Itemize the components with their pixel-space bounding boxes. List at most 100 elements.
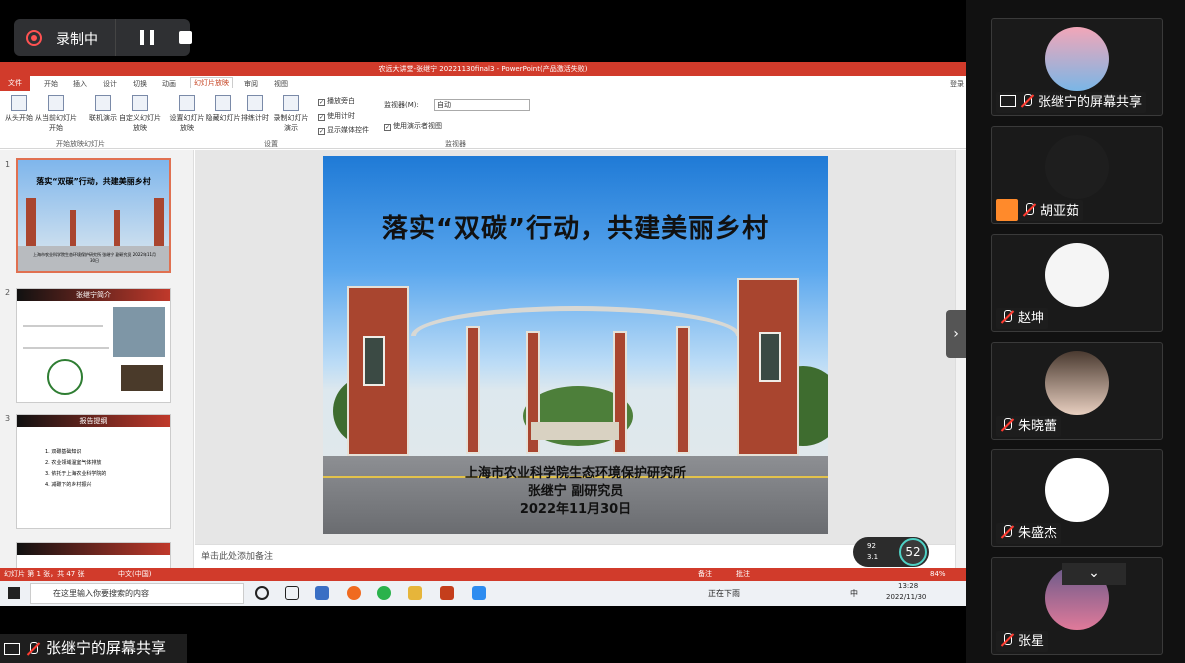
mic-muted-icon — [26, 642, 40, 656]
outline-item: 1. 双碳基础知识 — [45, 449, 82, 455]
pillar — [154, 198, 164, 246]
window — [363, 336, 385, 386]
stone-sign — [531, 422, 619, 440]
pause-button[interactable] — [140, 30, 154, 45]
participant-tile[interactable]: 朱盛杰 — [991, 449, 1163, 547]
participant-tile[interactable]: 赵坤 — [991, 234, 1163, 332]
from-start-button[interactable]: 从头开始 — [0, 91, 38, 123]
use-timings-checkbox[interactable]: ✓ 使用计时 — [318, 111, 355, 121]
presenter-name: 张继宁的屏幕共享 — [46, 639, 167, 657]
presenter-view-checkbox[interactable]: ✓ 使用演示者视图 — [384, 121, 442, 131]
label: 显示媒体控件 — [327, 126, 369, 134]
participant-tag: 赵坤 — [996, 308, 1049, 329]
recording-bar: 录制中 — [14, 19, 192, 56]
mic-muted-icon — [1000, 418, 1014, 432]
slideshow-icon — [11, 95, 27, 111]
show-media-checkbox[interactable]: ✓ 显示媒体控件 — [318, 125, 369, 135]
avatar — [1045, 27, 1109, 91]
wechat-icon[interactable] — [377, 586, 391, 600]
tab-insert[interactable]: 插入 — [73, 79, 87, 89]
thumbnail-3[interactable]: 报告提纲 1. 双碳基础知识 2. 农业领域温室气体排放 3. 依托于上海农业科… — [16, 414, 171, 529]
pillar — [26, 198, 36, 246]
divider — [115, 19, 116, 56]
current-slide[interactable]: 落实“双碳”行动，共建美丽乡村 上海市农业科学院生态环境保护研究所 张继宁 副研… — [323, 156, 828, 534]
participant-name: 朱盛杰 — [1018, 526, 1058, 541]
slide-number: 2 — [5, 288, 11, 297]
stop-button[interactable] — [179, 31, 192, 44]
rehearse-button[interactable]: 排练计时 — [236, 91, 274, 123]
tab-transitions[interactable]: 切换 — [133, 79, 147, 89]
presenter-tag: 张继宁的屏幕共享 — [0, 634, 187, 663]
thumbnail-header — [17, 543, 170, 555]
thumbnail-sub: 上海市农业科学院生态环境保护研究所 张继宁 副研究员 2022年11月30日 — [32, 252, 157, 263]
setup-show-button[interactable]: 设置幻灯片放映 — [168, 91, 206, 133]
windows-start-icon[interactable] — [8, 587, 20, 599]
tab-file[interactable]: 文件 — [0, 76, 30, 91]
label: 录制幻灯片演示 — [273, 114, 309, 132]
record-show-button[interactable]: 录制幻灯片演示 — [272, 91, 310, 133]
photo — [113, 307, 165, 357]
ime-indicator[interactable]: 中 — [850, 588, 858, 599]
slide-editor: 落实“双碳”行动，共建美丽乡村 上海市农业科学院生态环境保护研究所 张继宁 副研… — [195, 150, 955, 544]
chevron-down-icon[interactable]: ⌄ — [1062, 563, 1126, 585]
outline-item: 2. 农业领域温室气体排放 — [45, 460, 102, 466]
tab-animations[interactable]: 动画 — [162, 79, 176, 89]
taskview-icon[interactable] — [285, 586, 299, 600]
pillar — [676, 326, 690, 454]
participant-tag: 张继宁的屏幕共享 — [996, 92, 1147, 113]
slide-number: 1 — [5, 160, 11, 169]
pillar — [466, 326, 480, 454]
folder-icon[interactable] — [408, 586, 422, 600]
screen-share-icon — [1000, 95, 1016, 107]
slideshow-icon — [48, 95, 64, 111]
tab-view[interactable]: 视图 — [274, 79, 288, 89]
cortana-icon[interactable] — [255, 586, 269, 600]
record-icon — [26, 30, 42, 46]
browser-icon[interactable] — [347, 586, 361, 600]
custom-show-button[interactable]: 自定义幻灯片放映 — [118, 91, 162, 133]
thumbnail-2[interactable]: 张继宁简介 — [16, 288, 171, 403]
photo — [121, 365, 163, 391]
clock-time[interactable]: 13:28 — [898, 582, 918, 590]
weather[interactable]: 正在下雨 — [708, 588, 740, 599]
store-icon[interactable] — [315, 586, 329, 600]
participant-tile[interactable]: 胡亚茹 — [991, 126, 1163, 224]
participant-tile[interactable]: 张继宁的屏幕共享 — [991, 18, 1163, 116]
label: 从头开始 — [5, 114, 33, 122]
from-current-button[interactable]: 从当前幻灯片开始 — [34, 91, 78, 133]
comments-toggle[interactable]: 批注 — [736, 568, 750, 581]
play-narration-checkbox[interactable]: ✓ 播放旁白 — [318, 96, 355, 106]
cpu-value: 92 — [867, 542, 876, 550]
taskbar-search[interactable]: 在这里输入你要搜索的内容 — [30, 583, 244, 604]
outline-item: 4. 减碳下的乡村振兴 — [45, 482, 92, 488]
thumbnail-pane: 1 落实“双碳”行动，共建美丽乡村 上海市农业科学院生态环境保护研究所 张继宁 … — [0, 150, 194, 572]
online-present-button[interactable]: 联机演示 — [84, 91, 122, 123]
powerpoint-icon[interactable] — [440, 586, 454, 600]
thumbnail-1[interactable]: 落实“双碳”行动，共建美丽乡村 上海市农业科学院生态环境保护研究所 张继宁 副研… — [16, 158, 171, 273]
tab-design[interactable]: 设计 — [103, 79, 117, 89]
monitor-select[interactable]: 自动 — [434, 99, 530, 111]
participant-name: 朱晓蕾 — [1018, 419, 1058, 434]
clock-date[interactable]: 2022/11/30 — [886, 593, 926, 601]
tab-slideshow[interactable]: 幻灯片放映 — [190, 77, 233, 88]
meeting-icon[interactable] — [472, 586, 486, 600]
tab-review[interactable]: 审阅 — [244, 79, 258, 89]
timer-icon — [247, 95, 263, 111]
participant-tile[interactable]: 朱晓蕾 — [991, 342, 1163, 440]
zoom-level[interactable]: 84% — [930, 568, 946, 581]
participant-tag: 张星 — [996, 631, 1049, 652]
pillar — [70, 210, 76, 246]
thumbnail-title: 落实“双碳”行动，共建美丽乡村 — [36, 177, 151, 186]
vertical-scrollbar[interactable] — [955, 150, 966, 568]
label: 使用演示者视图 — [393, 122, 442, 130]
notes-pane[interactable]: 单击此处添加备注 — [195, 544, 955, 568]
tab-home[interactable]: 开始 — [44, 79, 58, 89]
group-start: 开始放映幻灯片 — [56, 140, 105, 148]
mic-muted-icon — [1000, 633, 1014, 647]
label: 设置幻灯片放映 — [169, 114, 205, 132]
participant-name: 赵坤 — [1018, 311, 1045, 326]
collapse-panel-button[interactable]: › — [946, 310, 966, 358]
login-link[interactable]: 登录 — [950, 79, 964, 89]
text-line — [23, 325, 103, 327]
notes-toggle[interactable]: 备注 — [698, 568, 712, 581]
